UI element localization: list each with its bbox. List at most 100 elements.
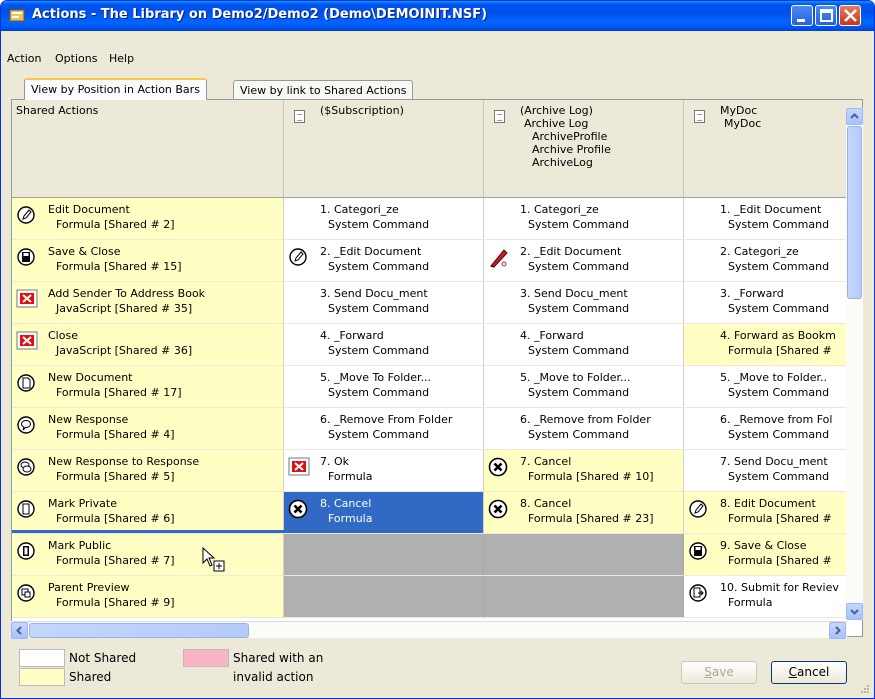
scroll-up-button[interactable] [846, 108, 863, 125]
legend-label-shared: Shared [69, 670, 112, 684]
cancel-button[interactable]: Cancel [771, 661, 847, 684]
grid-cell[interactable]: 8. Edit Document Formula [Shared # [684, 492, 862, 534]
grid-cell[interactable]: New Response Formula [Shared # 4] [12, 408, 284, 450]
save-button[interactable]: Save [681, 661, 757, 684]
action-type: System Command [728, 386, 830, 399]
maximize-button[interactable] [815, 5, 837, 26]
grid-cell[interactable]: 4. Forward as Bookm Formula [Shared # [684, 324, 862, 366]
quill-icon [488, 247, 510, 273]
action-name: 2. _Edit Document [320, 245, 422, 258]
grid-cell[interactable]: Save & Close Formula [Shared # 15] [12, 240, 284, 282]
action-type: System Command [728, 302, 830, 315]
grid-cell[interactable]: Close JavaScript [Shared # 36] [12, 324, 284, 366]
grid-cell[interactable]: Add Sender To Address Book JavaScript [Sh… [12, 282, 284, 324]
vertical-scroll-thumb[interactable] [847, 126, 862, 299]
grid-cell[interactable]: 7. Ok Formula [284, 450, 484, 492]
grid-cell[interactable]: 1. Categori_ze System Command [484, 198, 684, 240]
action-type: Formula [Shared # [728, 512, 832, 525]
action-type: Formula [Shared # 15] [56, 260, 182, 273]
grid-cell[interactable]: 3. Send Docu_ment System Command [484, 282, 684, 324]
grid-cell[interactable]: Parent Preview Formula [Shared # 9] [12, 576, 284, 618]
horizontal-scrollbar[interactable] [11, 621, 847, 639]
grid-cell[interactable]: 2. _Edit Document System Command [484, 240, 684, 282]
action-type: Formula [Shared # 9] [56, 596, 175, 609]
menu-help[interactable]: Help [109, 52, 134, 66]
grid-cell[interactable]: 5. _Move to Folder.. System Command [684, 366, 862, 408]
title-bar[interactable]: Actions - The Library on Demo2/Demo2 (De… [1, 1, 874, 31]
scroll-left-button[interactable] [11, 622, 28, 639]
chevron-left-icon [16, 626, 22, 635]
grid-cell[interactable]: 6. _Remove from Fol System Command [684, 408, 862, 450]
grid-cell[interactable]: New Document Formula [Shared # 17] [12, 366, 284, 408]
grid-cell[interactable]: 10. Submit for Reviev Formula [684, 576, 862, 618]
action-name: 2. Categori_ze [720, 245, 799, 258]
action-name: 7. Ok [320, 455, 350, 468]
minimize-button[interactable] [791, 5, 813, 26]
grid-cell[interactable]: 8. Cancel Formula [284, 492, 484, 534]
grid-cell[interactable]: 8. Cancel Formula [Shared # 23] [484, 492, 684, 534]
tab-view-by-link[interactable]: View by link to Shared Actions [233, 80, 414, 100]
close-icon [844, 9, 857, 22]
grid-cell[interactable]: 5. _Move to Folder... System Command [484, 366, 684, 408]
submit-icon [688, 583, 708, 607]
grid-cell[interactable]: 9. Save & Close Formula [Shared # [684, 534, 862, 576]
scroll-right-button[interactable] [829, 622, 846, 639]
action-name: 6. _Remove from Folder [520, 413, 651, 426]
tab-view-by-position[interactable]: View by Position in Action Bars [24, 78, 207, 100]
grid-cell[interactable]: Mark Public Formula [Shared # 7] [12, 534, 284, 576]
grid-cell[interactable]: 6. _Remove From Folder System Command [284, 408, 484, 450]
grid-cell[interactable]: 2. _Edit Document System Command [284, 240, 484, 282]
grid-cell[interactable]: 1. Categori_ze System Command [284, 198, 484, 240]
cancel-x-icon [488, 499, 508, 523]
app-icon [9, 9, 25, 22]
action-name: 6. _Remove from Fol [720, 413, 833, 426]
resize-grip-icon[interactable] [859, 684, 871, 696]
grid-cell[interactable]: 4. _Forward System Command [284, 324, 484, 366]
grid-cell[interactable]: New Response to Response Formula [Shared … [12, 450, 284, 492]
grid-cell [484, 576, 684, 618]
grid-cell[interactable]: 4. _Forward System Command [484, 324, 684, 366]
menu-options[interactable]: Options [55, 52, 97, 66]
grid-cell[interactable]: Mark Private Formula [Shared # 6] [12, 492, 284, 534]
action-name: 5. _Move To Folder... [320, 371, 432, 384]
action-name: 3. Send Docu_ment [520, 287, 628, 300]
action-name: 10. Submit for Reviev [720, 581, 839, 594]
broken-image-icon [16, 331, 38, 355]
scroll-down-button[interactable] [846, 603, 863, 620]
window-title: Actions - The Library on Demo2/Demo2 (De… [32, 7, 488, 22]
grid-cell[interactable]: 3. _Forward System Command [684, 282, 862, 324]
column-header-shared-actions[interactable]: Shared Actions [12, 100, 284, 198]
grid-cell[interactable]: 6. _Remove from Folder System Command [484, 408, 684, 450]
action-type: System Command [328, 260, 430, 273]
grid-cell[interactable]: 5. _Move To Folder... System Command [284, 366, 484, 408]
header-label: MyDoc [724, 117, 762, 130]
column-header-mydoc[interactable]: MyDoc MyDoc [684, 100, 862, 198]
vertical-scrollbar[interactable] [846, 108, 863, 620]
close-button[interactable] [839, 5, 861, 26]
menu-bar: Action Options Help [1, 31, 874, 69]
menu-action[interactable]: Action [7, 52, 41, 66]
action-name: 8. Edit Document [720, 497, 816, 510]
pencil-icon [688, 499, 708, 523]
grid-cell[interactable]: 2. Categori_ze System Command [684, 240, 862, 282]
action-name: Save & Close [48, 245, 121, 258]
column-header-subscription[interactable]: ($Subscription) [284, 100, 484, 198]
action-type: System Command [328, 386, 430, 399]
action-type: Formula [Shared # 6] [56, 512, 175, 525]
header-label: Shared Actions [16, 104, 99, 117]
header-label: Archive Profile [532, 143, 611, 156]
action-type: Formula [Shared # 10] [528, 470, 654, 483]
legend-swatch-shared [19, 668, 65, 686]
speech-bubble-icon [16, 415, 36, 439]
horizontal-scroll-thumb[interactable] [29, 623, 249, 638]
action-type: JavaScript [Shared # 36] [56, 344, 193, 357]
grid-cell[interactable]: 1. _Edit Document System Command [684, 198, 862, 240]
grid-cell[interactable]: Edit Document Formula [Shared # 2] [12, 198, 284, 240]
column-header-archive-log[interactable]: (Archive Log) Archive Log ArchiveProfile… [484, 100, 684, 198]
grid-cell[interactable]: 7. Cancel Formula [Shared # 10] [484, 450, 684, 492]
action-name: 1. _Edit Document [720, 203, 822, 216]
grid-cell[interactable]: 7. Send Docu_ment System Command [684, 450, 862, 492]
maximize-icon [820, 9, 833, 22]
broken-image-icon [288, 457, 310, 481]
grid-cell[interactable]: 3. Send Docu_ment System Command [284, 282, 484, 324]
